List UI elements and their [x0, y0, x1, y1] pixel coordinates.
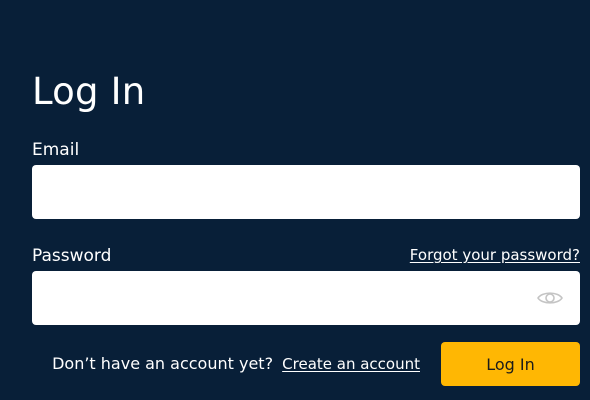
- login-panel: Log In Email Password Forgot your passwo…: [32, 0, 580, 400]
- eye-icon: [537, 292, 563, 304]
- password-field[interactable]: [32, 271, 580, 325]
- show-password-toggle[interactable]: [536, 285, 564, 311]
- page-title: Log In: [32, 70, 146, 113]
- password-label: Password: [32, 246, 112, 266]
- email-label: Email: [32, 140, 80, 160]
- signup-prompt-text: Don’t have an account yet?: [52, 354, 274, 373]
- login-button[interactable]: Log In: [441, 342, 580, 386]
- email-field[interactable]: [32, 165, 580, 219]
- forgot-password-link[interactable]: Forgot your password?: [410, 245, 580, 265]
- signup-prompt: Don’t have an account yet? Create an acc…: [52, 354, 420, 374]
- create-account-link[interactable]: Create an account: [282, 355, 420, 373]
- footer-row: Don’t have an account yet? Create an acc…: [32, 342, 580, 386]
